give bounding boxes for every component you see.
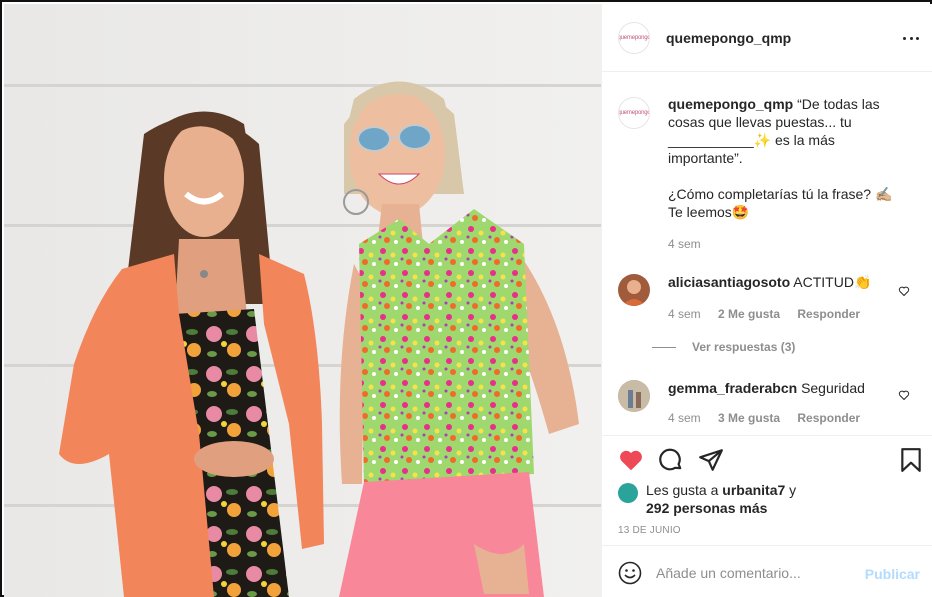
avatar-logo-text: quemepongo: [618, 34, 650, 41]
add-comment-bar: Publicar: [602, 545, 932, 597]
comment-row: gemma_fraderabcn Seguridad 4 sem 3 Me gu…: [618, 379, 918, 435]
likes-middle: y: [785, 482, 797, 498]
comment-row: aliciasantiagosoto ACTITUD👏 4 sem 2 Me g…: [618, 273, 918, 333]
comment-text: aliciasantiagosoto ACTITUD👏: [668, 273, 908, 291]
comment-time[interactable]: 4 sem: [668, 307, 701, 321]
bookmark-icon[interactable]: [898, 447, 924, 473]
comment-body: ACTITUD👏: [793, 274, 872, 290]
commenter-avatar[interactable]: [618, 380, 650, 412]
comment-reply-button[interactable]: Responder: [797, 307, 860, 321]
liker-avatar[interactable]: [618, 483, 638, 503]
likes-prefix: Les gusta a: [646, 482, 723, 498]
post-photo[interactable]: [4, 4, 601, 597]
emoji-smiley-icon[interactable]: [618, 561, 642, 585]
paper-plane-icon[interactable]: [698, 447, 724, 473]
comment-body: Seguridad: [801, 380, 865, 396]
comment-like-heart-icon[interactable]: [898, 285, 910, 297]
view-replies-label: Ver respuestas (3): [692, 340, 796, 354]
caption-text: quemepongo_qmp “De todas las cosas que l…: [668, 95, 908, 221]
comment-meta: 4 sem 3 Me gusta Responder: [668, 411, 860, 425]
comment-likes[interactable]: 2 Me gusta: [718, 307, 780, 321]
caption-row: quemepongo quemepongo_qmp “De todas las …: [618, 95, 918, 265]
instagram-post-window: quemepongo quemepongo_qmp quemepongo que…: [0, 0, 932, 597]
caption-avatar-text: quemepongo: [618, 110, 650, 116]
account-avatar[interactable]: quemepongo: [618, 21, 650, 54]
comments-list: quemepongo quemepongo_qmp “De todas las …: [602, 73, 932, 435]
liker-username[interactable]: urbanita7: [722, 482, 785, 498]
caption-avatar[interactable]: quemepongo: [618, 97, 650, 129]
comment-meta: 4 sem 2 Me gusta Responder: [668, 307, 860, 321]
comment-reply-button[interactable]: Responder: [797, 411, 860, 425]
comment-likes[interactable]: 3 Me gusta: [718, 411, 780, 425]
account-username[interactable]: quemepongo_qmp: [666, 30, 791, 46]
comment-input[interactable]: [656, 560, 856, 586]
publish-button[interactable]: Publicar: [865, 566, 920, 582]
replies-divider: [652, 346, 676, 348]
action-icons: [618, 447, 924, 473]
caption-line-2: ¿Cómo completarías tú la frase? ✍🏼 Te le…: [668, 186, 893, 220]
comment-time[interactable]: 4 sem: [668, 411, 701, 425]
likes-text: Les gusta a urbanita7 y 292 personas más: [646, 481, 876, 517]
commenter-avatar-image: [618, 380, 650, 412]
post-photo-illustration: [4, 4, 601, 597]
post-date[interactable]: 13 DE JUNIO: [618, 525, 681, 536]
caption-username[interactable]: quemepongo_qmp: [668, 96, 793, 112]
view-replies-button[interactable]: Ver respuestas (3): [652, 340, 795, 354]
comment-bubble-icon[interactable]: [658, 447, 684, 473]
more-options-icon[interactable]: [903, 30, 919, 46]
likes-count-button[interactable]: 292 personas más: [646, 500, 767, 516]
comment-username[interactable]: aliciasantiagosoto: [668, 274, 790, 290]
commenter-avatar-image: [622, 280, 646, 306]
post-header: quemepongo quemepongo_qmp: [602, 4, 932, 72]
comment-text: gemma_fraderabcn Seguridad: [668, 379, 908, 397]
post-side-panel: quemepongo quemepongo_qmp quemepongo que…: [601, 4, 932, 597]
caption-time[interactable]: 4 sem: [668, 237, 701, 251]
heart-filled-icon[interactable]: [618, 447, 644, 473]
commenter-avatar[interactable]: [618, 274, 650, 306]
comment-like-heart-icon[interactable]: [898, 389, 910, 401]
post-actions: Les gusta a urbanita7 y 292 personas más…: [602, 435, 932, 545]
comment-username[interactable]: gemma_fraderabcn: [668, 380, 797, 396]
